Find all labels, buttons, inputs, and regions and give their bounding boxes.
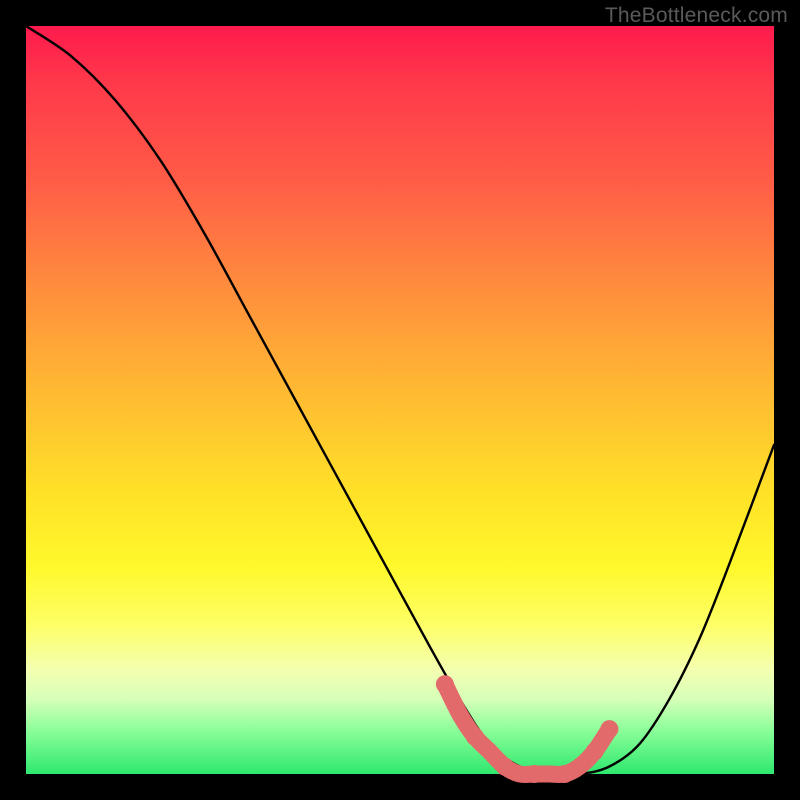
bottleneck-curve <box>26 26 774 775</box>
highlight-dot <box>586 743 604 761</box>
plot-area <box>26 26 774 774</box>
highlight-dot <box>600 720 618 738</box>
highlight-dot <box>496 758 514 776</box>
highlight-markers <box>436 675 619 783</box>
highlight-dot <box>436 675 454 693</box>
chart-frame: TheBottleneck.com <box>0 0 800 800</box>
watermark-text: TheBottleneck.com <box>605 4 788 28</box>
highlight-dot <box>466 728 484 746</box>
highlight-dot <box>526 765 544 783</box>
highlight-dot <box>556 765 574 783</box>
chart-svg <box>26 26 774 774</box>
